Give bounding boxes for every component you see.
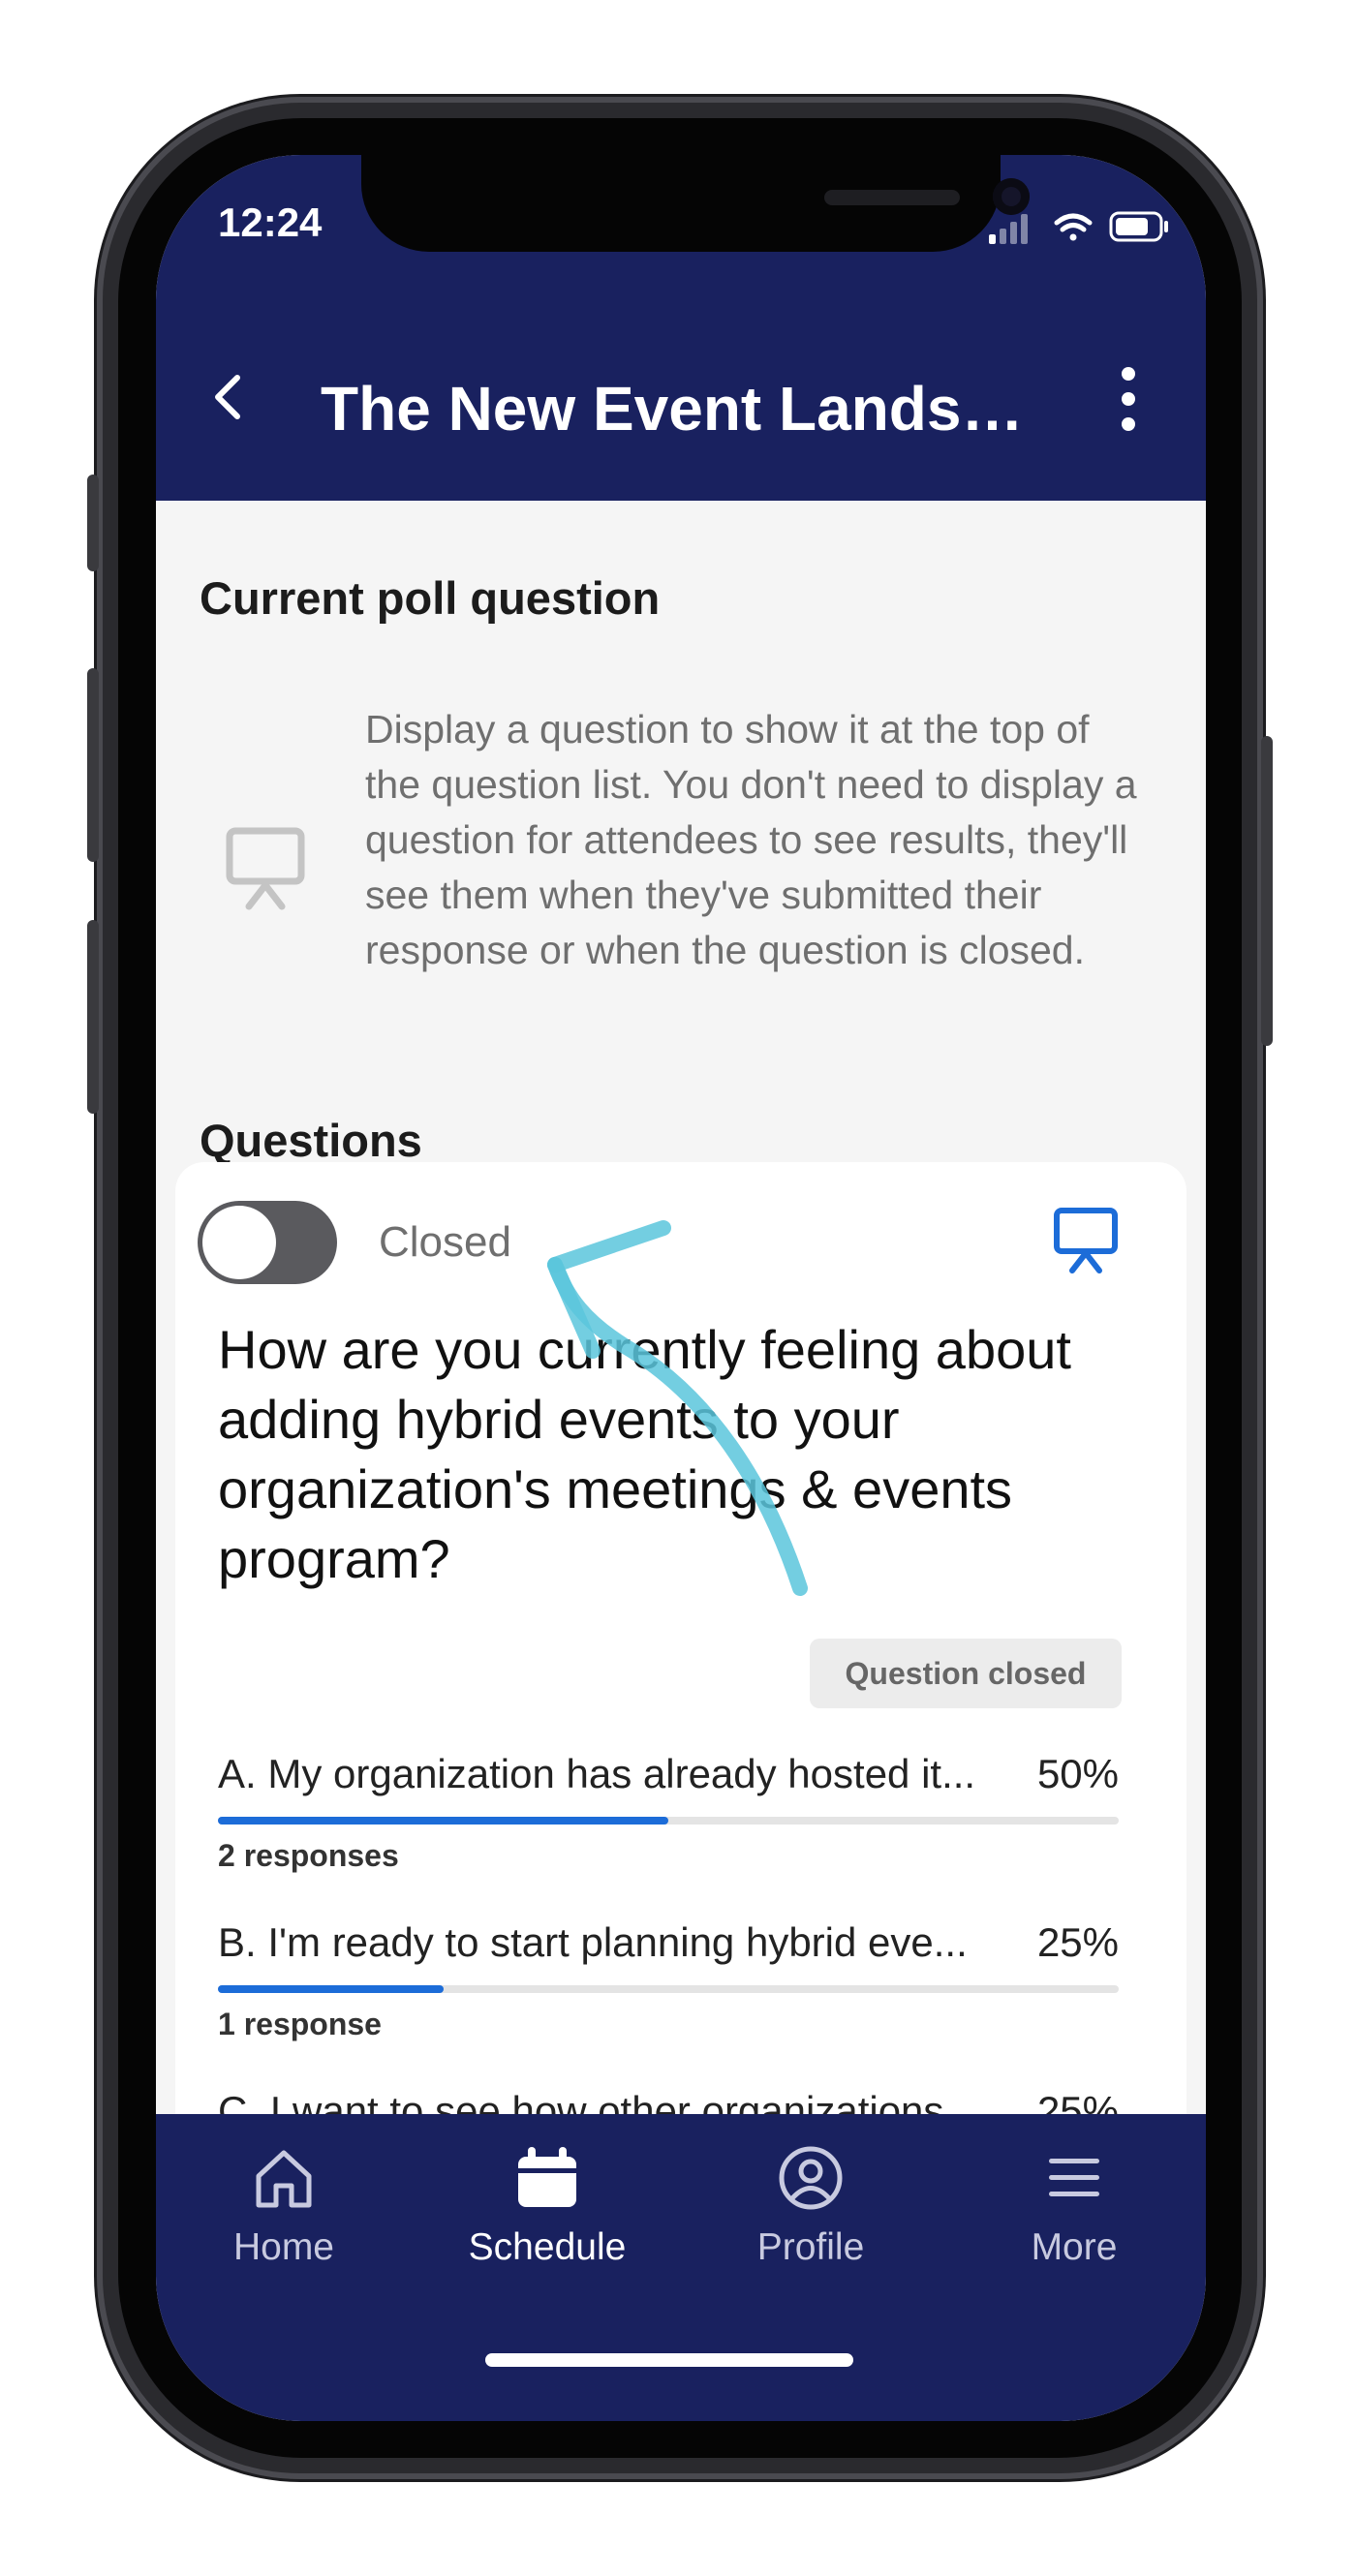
current-poll-hint: Display a question to show it at the top…	[365, 707, 1137, 972]
toggle-status-label: Closed	[379, 1218, 511, 1266]
home-indicator	[485, 2353, 853, 2367]
notch	[361, 155, 1030, 252]
tab-more[interactable]: More	[977, 2143, 1171, 2269]
question-closed-badge: Question closed	[810, 1639, 1122, 1708]
tab-label: Schedule	[468, 2226, 627, 2268]
profile-icon	[779, 2146, 843, 2210]
toggle-knob	[202, 1206, 276, 1279]
more-options-icon[interactable]	[1109, 360, 1148, 438]
answer-text: B. I'm ready to start planning hybrid ev…	[218, 1919, 968, 1965]
tab-label: Profile	[756, 2226, 865, 2268]
answer-progress-fill	[218, 1817, 668, 1825]
presentation-screen-icon	[226, 827, 305, 910]
answer-responses: 1 response	[218, 2007, 382, 2041]
questions-heading: Questions	[200, 1115, 422, 1166]
answer-percent: 25%	[1036, 1919, 1119, 1965]
answer-progress-track	[218, 1985, 1119, 1993]
tab-schedule[interactable]: Schedule	[450, 2143, 644, 2269]
question-text: How are you currently feeling about addi…	[218, 1319, 1071, 1589]
answer-text: A. My organization has already hosted it…	[218, 1751, 976, 1796]
question-open-toggle[interactable]	[198, 1201, 337, 1284]
page-title: The New Event Landsca...	[321, 374, 1037, 444]
speaker	[824, 190, 960, 205]
side-button	[87, 668, 99, 862]
answer-progress-track	[218, 1817, 1119, 1825]
answer-responses: 2 responses	[218, 1838, 399, 1873]
answer-progress-fill	[218, 1985, 444, 1993]
tab-label: More	[1031, 2226, 1118, 2268]
status-time: 12:24	[218, 199, 323, 245]
tab-label: Home	[232, 2226, 335, 2268]
display-question-icon[interactable]	[1052, 1206, 1120, 1273]
battery-icon	[1109, 211, 1168, 242]
side-button	[1261, 736, 1273, 1046]
phone-screen: 12:24 The New Event Landsca... Current p…	[156, 155, 1206, 2421]
menu-icon	[1049, 2159, 1099, 2196]
calendar-icon	[518, 2147, 576, 2207]
answer-percent: 50%	[1036, 1751, 1119, 1796]
app-header: 12:24 The New Event Landsca...	[156, 155, 1206, 501]
current-poll-heading: Current poll question	[200, 572, 661, 624]
side-button	[87, 475, 99, 571]
tab-home[interactable]: Home	[187, 2143, 381, 2269]
back-arrow-icon[interactable]	[204, 368, 253, 426]
side-button	[87, 920, 99, 1114]
tab-profile[interactable]: Profile	[714, 2143, 908, 2269]
cellular-signal-icon	[989, 214, 1028, 244]
wifi-icon	[1054, 213, 1093, 241]
status-icons	[989, 211, 1168, 244]
answer-option[interactable]: A. My organization has already hosted it…	[218, 1751, 1119, 1874]
home-icon	[256, 2150, 312, 2208]
bottom-tab-bar: Home Schedule Profile More	[156, 2114, 1206, 2421]
answer-option[interactable]: B. I'm ready to start planning hybrid ev…	[218, 1919, 1119, 2042]
